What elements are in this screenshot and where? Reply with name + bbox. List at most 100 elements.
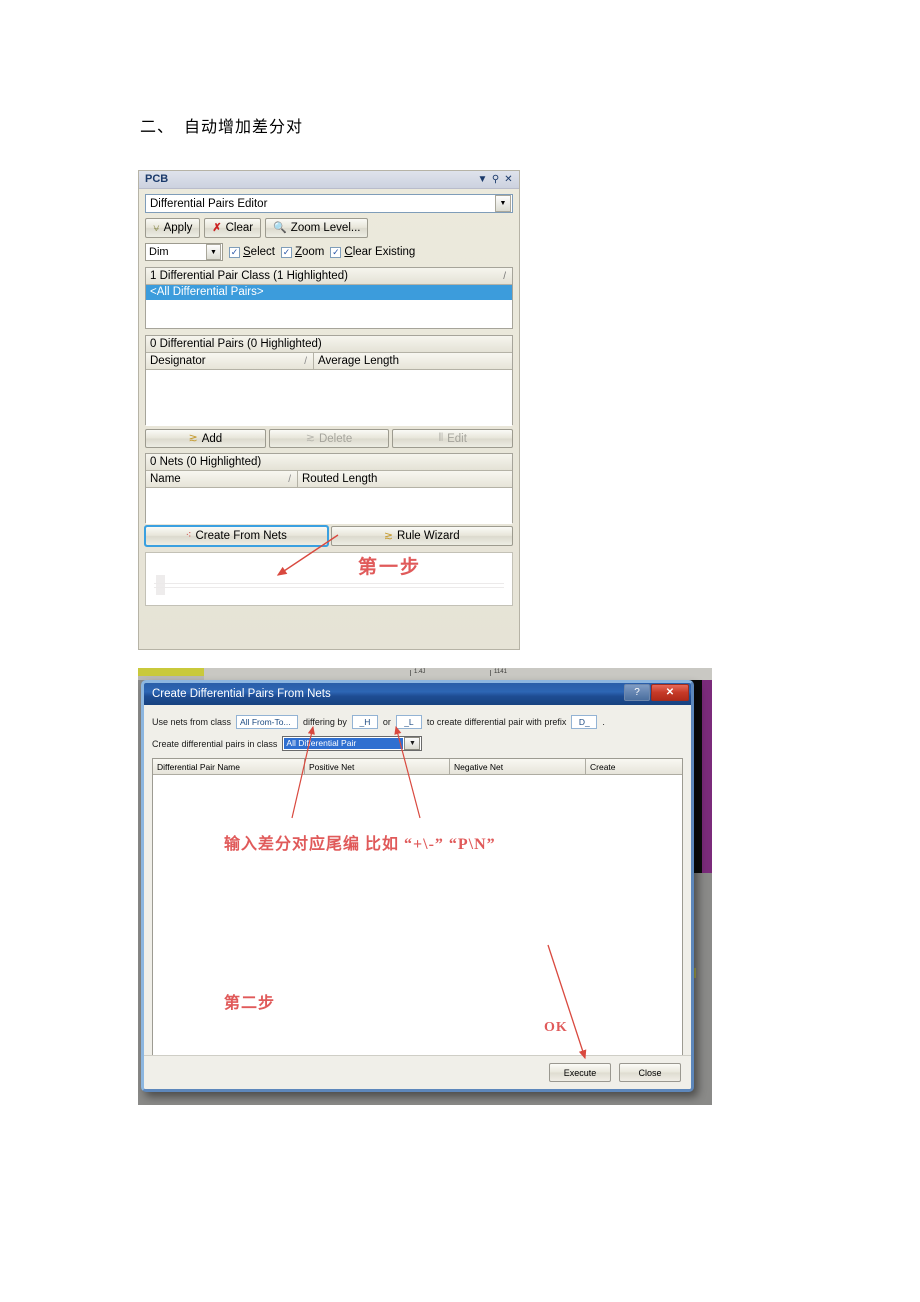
help-button[interactable]: ? [624, 684, 650, 701]
target-class-value: All Differential Pair [284, 738, 404, 749]
clear-existing-checkbox[interactable]: ✓ Clear Existing [330, 246, 415, 258]
chevron-down-icon[interactable]: ▼ [476, 174, 489, 185]
checkbox-mark: ✓ [330, 246, 342, 258]
grid-body[interactable] [153, 775, 682, 1062]
clear-button[interactable]: ✗ Clear [204, 218, 262, 238]
dialog-title: Create Differential Pairs From Nets [152, 688, 331, 700]
create-pairs-in-class-label: Create differential pairs in class [152, 738, 278, 749]
preview-blob [156, 575, 165, 595]
sort-indicator-icon[interactable]: / [288, 474, 291, 485]
pcb-panel-body: Differential Pairs Editor ▼ ⍱ Apply ✗ Cl… [139, 189, 519, 606]
pcb-panel: PCB ▼ ⚲ ✕ Differential Pairs Editor ▼ ⍱ … [138, 170, 520, 650]
column-header-label: Differential Pair Name [157, 761, 240, 772]
column-header-label: Negative Net [454, 761, 504, 772]
dialog-window-buttons: ? ✕ [624, 684, 689, 701]
chevron-down-icon[interactable]: ▼ [495, 195, 511, 212]
nets-source-row: Use nets from class All From-To... diffe… [152, 715, 683, 729]
pcb-ruler-inner [204, 668, 712, 680]
pin-icon[interactable]: ⚲ [489, 174, 502, 185]
sort-indicator-icon[interactable]: / [304, 356, 307, 367]
class-list-empty-area[interactable] [146, 300, 512, 328]
class-list-header-label: 1 Differential Pair Class (1 Highlighted… [150, 270, 348, 282]
nets-list-header: 0 Nets (0 Highlighted) [146, 454, 512, 471]
preview-line [154, 587, 504, 588]
checkbox-mark: ✓ [229, 246, 240, 258]
column-header-label: Name [150, 473, 181, 485]
close-icon[interactable]: ✕ [502, 174, 515, 185]
annotation-ok: OK [544, 1020, 568, 1035]
add-button[interactable]: ≳ Add [145, 429, 266, 448]
pair-preview-pane [145, 552, 513, 606]
zoom-checkbox[interactable]: ✓ Zoom [280, 246, 324, 258]
create-from-nets-button[interactable]: ⁖ Create From Nets [144, 525, 329, 547]
edit-pair-icon: ⫴ [438, 432, 444, 444]
target-class-select[interactable]: All Differential Pair ▼ [282, 736, 423, 751]
pairs-list-header: 0 Differential Pairs (0 Highlighted) [146, 336, 512, 353]
dialog-titlebar[interactable]: Create Differential Pairs From Nets ? ✕ [144, 683, 691, 705]
execute-button[interactable]: Execute [549, 1063, 611, 1082]
column-header-name[interactable]: Name / [146, 471, 298, 487]
close-dialog-button[interactable]: Close [619, 1063, 681, 1082]
differential-pairs-list[interactable]: 0 Differential Pairs (0 Highlighted) Des… [145, 335, 513, 426]
mask-mode-value: Dim [149, 246, 169, 258]
editor-select[interactable]: Differential Pairs Editor ▼ [145, 194, 513, 213]
pcb-ruler-strip: 1.4J 1141 [138, 668, 712, 680]
zoom-level-button[interactable]: 🔍 Zoom Level... [265, 218, 369, 238]
select-checkbox[interactable]: ✓ Select [229, 246, 275, 258]
clear-existing-checkbox-label: Clear Existing [344, 246, 416, 258]
rule-wizard-icon: ≳ [383, 529, 394, 542]
add-button-label: Add [201, 432, 223, 445]
pair-prefix-input[interactable]: D_ [571, 715, 598, 729]
column-header-average-length[interactable]: Average Length [314, 353, 512, 369]
nets-list-empty-area[interactable] [146, 488, 512, 524]
annotation-step-1: 第一步 [358, 557, 422, 578]
column-header-negative-net[interactable]: Negative Net [450, 759, 586, 774]
column-header-routed-length[interactable]: Routed Length [298, 471, 512, 487]
create-differential-pairs-dialog: Create Differential Pairs From Nets ? ✕ … [141, 680, 694, 1092]
close-button[interactable]: ✕ [651, 684, 689, 701]
dialog-footer: Execute Close [144, 1055, 691, 1089]
nets-list[interactable]: 0 Nets (0 Highlighted) Name / Routed Len… [145, 453, 513, 524]
preview-line [154, 583, 504, 584]
pairs-list-header-label: 0 Differential Pairs (0 Highlighted) [150, 338, 322, 350]
positive-suffix-input[interactable]: _H [351, 715, 378, 729]
magnifier-icon: 🔍 [273, 221, 287, 234]
pcb-toolbar: ⍱ Apply ✗ Clear 🔍 Zoom Level... [145, 218, 513, 238]
grid-column-headers: Differential Pair Name Positive Net Nega… [153, 759, 682, 775]
column-header-differential-pair-name[interactable]: Differential Pair Name [153, 759, 305, 774]
pairs-list-empty-area[interactable] [146, 370, 512, 426]
delete-button-label: Delete [318, 432, 353, 445]
page-title-text: 自动增加差分对 [184, 119, 304, 136]
mask-mode-select[interactable]: Dim ▼ [145, 243, 223, 261]
list-item[interactable]: <All Differential Pairs> [146, 285, 512, 300]
sentence-period: . [602, 717, 605, 727]
chevron-down-icon[interactable]: ▼ [404, 737, 421, 750]
clear-x-icon: ✗ [212, 221, 222, 234]
edit-button[interactable]: ⫴ Edit [392, 429, 514, 448]
apply-button[interactable]: ⍱ Apply [145, 218, 201, 238]
create-from-nets-button-label: Create From Nets [195, 530, 287, 542]
chevron-down-icon[interactable]: ▼ [206, 244, 221, 260]
column-header-positive-net[interactable]: Positive Net [305, 759, 450, 774]
column-header-label: Designator [150, 355, 206, 367]
negative-suffix-input[interactable]: _L [395, 715, 422, 729]
pair-action-buttons: ≳ Add ≳ Delete ⫴ Edit [145, 429, 514, 448]
source-class-field[interactable]: All From-To... [236, 715, 299, 729]
mask-options-row: Dim ▼ ✓ Select ✓ Zoom ✓ Clear Existing [145, 243, 513, 261]
differential-pair-class-list[interactable]: 1 Differential Pair Class (1 Highlighted… [145, 267, 513, 329]
differential-pairs-grid[interactable]: Differential Pair Name Positive Net Nega… [152, 758, 683, 1063]
nets-list-header-label: 0 Nets (0 Highlighted) [150, 456, 262, 468]
apply-button-label: Apply [163, 222, 193, 234]
editor-select-value: Differential Pairs Editor [150, 197, 268, 210]
use-nets-from-class-label: Use nets from class [152, 717, 232, 727]
pcb-magenta-strip [702, 668, 712, 873]
sort-indicator-icon[interactable]: / [503, 271, 506, 282]
rule-wizard-button-label: Rule Wizard [397, 530, 460, 542]
column-header-designator[interactable]: Designator / [146, 353, 314, 369]
column-header-create[interactable]: Create [586, 759, 682, 774]
or-label: or [382, 717, 391, 727]
differing-by-label: differing by [303, 717, 347, 727]
delete-pair-icon: ≳ [305, 432, 315, 444]
rule-wizard-button[interactable]: ≳ Rule Wizard [330, 526, 513, 546]
delete-button[interactable]: ≳ Delete [268, 429, 390, 448]
